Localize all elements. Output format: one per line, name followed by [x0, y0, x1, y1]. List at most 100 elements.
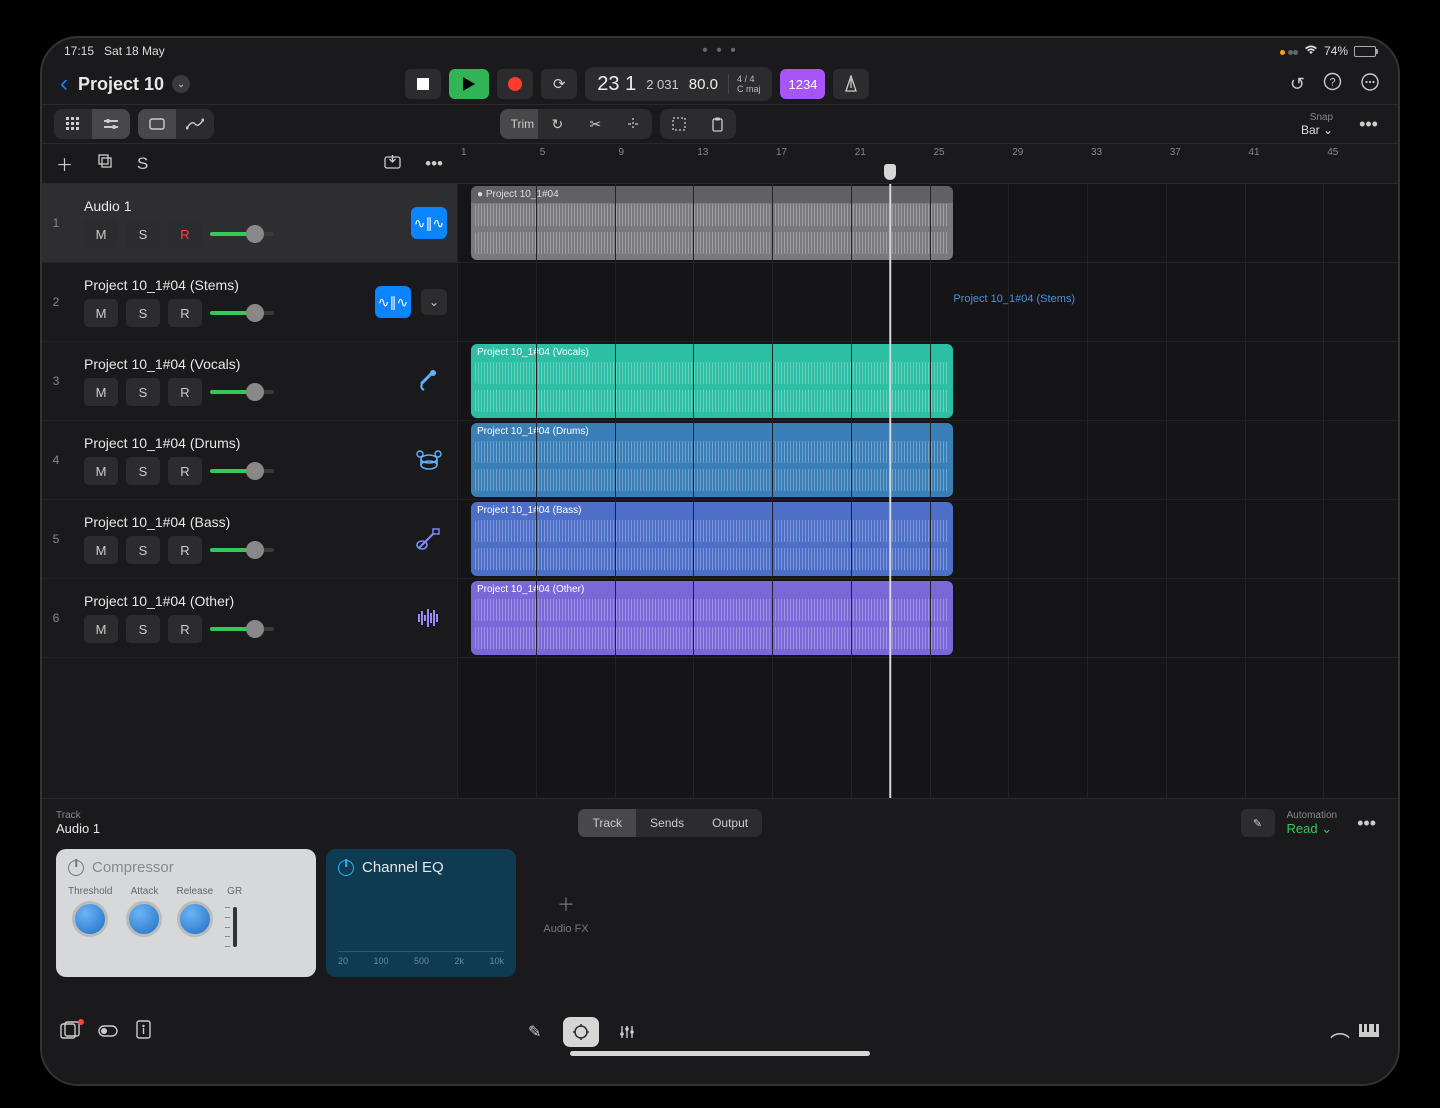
ruler[interactable]: 159131721252933374145 [457, 144, 1398, 184]
trim-tool-button[interactable]: Trim [500, 109, 538, 139]
track-type-icon[interactable] [411, 523, 447, 555]
track-header[interactable]: 1Audio 1MSR∿∥∿ [42, 184, 457, 263]
library-button[interactable] [60, 1021, 80, 1044]
track-lane[interactable]: Project 10_1#04 (Stems) [457, 263, 1398, 342]
add-audio-fx-button[interactable]: ＋ Audio FX [526, 849, 606, 977]
notepad-button[interactable] [136, 1020, 151, 1044]
toolbar-more-button[interactable]: ••• [1351, 114, 1386, 135]
track-lane[interactable]: Project 10_1#04 (Bass) [457, 500, 1398, 579]
view-grid-button[interactable] [54, 109, 92, 139]
power-icon[interactable] [68, 860, 84, 876]
audio-region[interactable]: ● Project 10_1#04 [471, 186, 953, 260]
clipboard-tool-button[interactable] [698, 109, 736, 139]
snap-setting[interactable]: Snap Bar ⌄ [1301, 112, 1333, 137]
keyboard-button[interactable] [1358, 1022, 1380, 1043]
track-lane[interactable]: Project 10_1#04 (Vocals) [457, 342, 1398, 421]
audio-region[interactable]: Project 10_1#04 (Bass) [471, 502, 953, 576]
track-lane[interactable]: Project 10_1#04 (Other) [457, 579, 1398, 658]
solo-button[interactable]: S [126, 536, 160, 564]
play-button[interactable] [449, 69, 489, 99]
view-automation-button[interactable] [176, 109, 214, 139]
solo-button[interactable]: S [126, 220, 160, 248]
undo-button[interactable]: ↺ [1290, 74, 1305, 95]
threshold-knob[interactable] [72, 901, 108, 937]
metronome-button[interactable] [833, 69, 869, 99]
track-header[interactable]: 2Project 10_1#04 (Stems)MSR∿∥∿⌄ [42, 263, 457, 342]
marquee-tool-button[interactable] [660, 109, 698, 139]
cycle-button[interactable]: ⟳ [541, 69, 577, 99]
project-title[interactable]: Project 10 ⌄ [78, 74, 190, 95]
track-header[interactable]: 4Project 10_1#04 (Drums)MSR [42, 421, 457, 500]
tab-sends[interactable]: Sends [636, 809, 698, 837]
view-mixer-button[interactable] [92, 109, 130, 139]
volume-slider[interactable] [210, 232, 274, 236]
mute-button[interactable]: M [84, 299, 118, 327]
plugin-compressor[interactable]: Compressor Threshold Attack Release GR [56, 849, 316, 977]
home-indicator[interactable] [570, 1051, 870, 1056]
multitask-dots-icon[interactable]: • • • [702, 42, 738, 60]
volume-slider[interactable] [210, 548, 274, 552]
mute-button[interactable]: M [84, 457, 118, 485]
track-type-icon[interactable]: ∿∥∿ [375, 286, 411, 318]
record-enable-button[interactable]: R [168, 536, 202, 564]
audio-region[interactable]: Project 10_1#04 (Vocals) [471, 344, 953, 418]
track-header[interactable]: 6Project 10_1#04 (Other)MSR [42, 579, 457, 658]
track-type-icon[interactable] [411, 365, 447, 397]
mute-button[interactable]: M [84, 220, 118, 248]
track-type-icon[interactable]: ∿∥∿ [411, 207, 447, 239]
record-enable-button[interactable]: R [168, 299, 202, 327]
chevron-down-icon[interactable]: ⌄ [172, 75, 190, 93]
record-enable-button[interactable]: R [168, 457, 202, 485]
record-enable-button[interactable]: R [168, 615, 202, 643]
mute-button[interactable]: M [84, 536, 118, 564]
mute-button[interactable]: M [84, 378, 118, 406]
pencil-mode-button[interactable]: ✎ [517, 1017, 553, 1047]
loop-browser-button[interactable] [98, 1022, 118, 1043]
timeline-area[interactable]: 159131721252933374145 ● Project 10_1#04P… [457, 144, 1398, 798]
attack-knob[interactable] [126, 901, 162, 937]
power-icon[interactable] [338, 860, 354, 876]
record-button[interactable] [497, 69, 533, 99]
solo-button[interactable]: S [126, 378, 160, 406]
tab-track[interactable]: Track [578, 809, 636, 837]
back-button[interactable]: ‹ [60, 70, 68, 98]
split-tool-button[interactable] [614, 109, 652, 139]
count-in-button[interactable]: 1234 [780, 69, 825, 99]
solo-button[interactable]: S [126, 615, 160, 643]
track-type-icon[interactable] [411, 602, 447, 634]
view-tracks-button[interactable] [138, 109, 176, 139]
automation-mode[interactable]: Automation Read ⌄ [1287, 810, 1338, 837]
track-headers-more-button[interactable]: ••• [425, 154, 443, 174]
plugin-channel-eq[interactable]: Channel EQ 20 100 500 2k 10k [326, 849, 516, 977]
track-type-icon[interactable] [411, 444, 447, 476]
inbox-button[interactable] [384, 154, 401, 174]
solo-button[interactable]: S [126, 299, 160, 327]
volume-slider[interactable] [210, 469, 274, 473]
inspector-more-button[interactable]: ••• [1349, 813, 1384, 834]
eq-graph[interactable] [338, 892, 504, 952]
stem-expand-button[interactable]: ⌄ [421, 289, 447, 315]
corner-curl-icon[interactable]: ⌒ [1330, 1027, 1350, 1056]
release-knob[interactable] [177, 901, 213, 937]
more-menu-button[interactable] [1360, 72, 1380, 97]
audio-region[interactable]: Project 10_1#04 (Other) [471, 581, 953, 655]
inspector-edit-button[interactable]: ✎ [1241, 809, 1275, 837]
mixer-sliders-button[interactable] [609, 1017, 645, 1047]
add-track-button[interactable]: ＋ [56, 151, 73, 176]
mute-button[interactable]: M [84, 615, 118, 643]
track-lane[interactable]: Project 10_1#04 (Drums) [457, 421, 1398, 500]
record-enable-button[interactable]: R [168, 220, 202, 248]
smart-controls-button[interactable] [563, 1017, 599, 1047]
record-enable-button[interactable]: R [168, 378, 202, 406]
duplicate-track-button[interactable] [97, 153, 113, 174]
audio-region[interactable]: Project 10_1#04 (Drums) [471, 423, 953, 497]
playhead-handle[interactable] [884, 164, 896, 180]
loop-tool-button[interactable]: ↻ [538, 109, 576, 139]
help-button[interactable]: ? [1323, 72, 1342, 96]
scissors-tool-button[interactable]: ✂ [576, 109, 614, 139]
stop-button[interactable] [405, 69, 441, 99]
lcd-display[interactable]: 23 1 2 031 80.0 4 / 4 C maj [585, 67, 772, 101]
solo-button[interactable]: S [126, 457, 160, 485]
track-header[interactable]: 5Project 10_1#04 (Bass)MSR [42, 500, 457, 579]
track-header[interactable]: 3Project 10_1#04 (Vocals)MSR [42, 342, 457, 421]
